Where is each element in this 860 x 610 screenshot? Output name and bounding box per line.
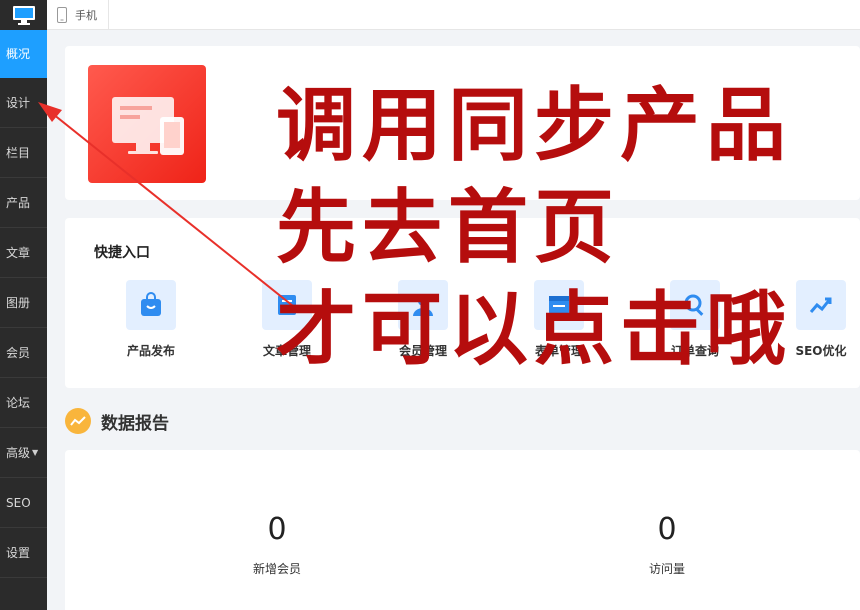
- document-icon: [262, 280, 312, 330]
- sidebar-item-albums[interactable]: 图册: [0, 278, 47, 328]
- quick-item-member-manage[interactable]: 会员管理: [373, 280, 473, 359]
- sidebar-item-columns[interactable]: 栏目: [0, 128, 47, 178]
- sidebar-item-label: 会员: [6, 346, 31, 360]
- quick-item-product-publish[interactable]: 产品发布: [101, 280, 201, 359]
- sidebar-item-label: 论坛: [6, 396, 31, 410]
- sidebar-item-seo[interactable]: SEO: [0, 478, 47, 528]
- sidebar-item-label: 栏目: [6, 146, 31, 160]
- quick-entry-card: 快捷入口 产品发布 文章管理 会员管理 表单管理 订单查询 SEO优化: [65, 218, 860, 388]
- sidebar-item-label: 概况: [6, 47, 31, 61]
- quick-entry-title: 快捷入口: [94, 245, 150, 261]
- mobile-phone-icon: [57, 7, 67, 23]
- sidebar-item-overview[interactable]: 概况: [0, 30, 47, 78]
- caret-down-icon: ▼: [32, 448, 39, 457]
- shopping-bag-icon: [126, 280, 176, 330]
- hero-card: [65, 46, 860, 200]
- quick-item-label: 产品发布: [126, 344, 175, 358]
- quick-item-article-manage[interactable]: 文章管理: [237, 280, 337, 359]
- quick-item-form-manage[interactable]: 表单管理: [509, 280, 609, 359]
- report-title: 数据报告: [101, 413, 169, 434]
- sidebar-item-products[interactable]: 产品: [0, 178, 47, 228]
- sidebar-item-settings[interactable]: 设置: [0, 528, 47, 578]
- sidebar-item-label: 文章: [6, 246, 31, 260]
- sidebar-item-label: 图册: [6, 296, 31, 310]
- trend-chart-icon: [796, 280, 846, 330]
- sidebar-item-label: 设置: [6, 546, 31, 560]
- sidebar-item-label: 高级: [6, 446, 31, 460]
- sidebar: 概况 设计 栏目 产品 文章 图册 会员 论坛 高级 ▼ SEO 设置: [0, 0, 47, 610]
- sidebar-item-forum[interactable]: 论坛: [0, 378, 47, 428]
- sidebar-item-design[interactable]: 设计: [0, 78, 47, 128]
- sidebar-item-articles[interactable]: 文章: [0, 228, 47, 278]
- stat-visits: 0 访问量: [607, 512, 727, 577]
- tab-phone[interactable]: 手机: [47, 0, 109, 30]
- user-icon: [398, 280, 448, 330]
- sidebar-item-label: 设计: [6, 96, 31, 110]
- search-icon: [670, 280, 720, 330]
- quick-item-label: 会员管理: [398, 344, 447, 358]
- stat-label: 新增会员: [252, 562, 301, 576]
- top-bar: 手机: [47, 0, 860, 30]
- report-heading: 数据报告: [65, 406, 169, 436]
- hero-devices-icon: [88, 65, 206, 183]
- sidebar-item-label: SEO: [6, 495, 31, 510]
- tab-label: 手机: [75, 9, 97, 22]
- stat-new-members: 0 新增会员: [217, 512, 337, 577]
- stat-label: 访问量: [648, 562, 685, 576]
- quick-item-label: SEO优化: [795, 344, 847, 358]
- sidebar-item-advanced[interactable]: 高级 ▼: [0, 428, 47, 478]
- stat-value: 0: [267, 512, 287, 547]
- quick-item-label: 表单管理: [534, 344, 583, 358]
- form-icon: [534, 280, 584, 330]
- stats-card: 0 新增会员 0 访问量: [65, 450, 860, 610]
- monitor-icon[interactable]: [0, 0, 47, 30]
- sidebar-item-members[interactable]: 会员: [0, 328, 47, 378]
- sidebar-item-label: 产品: [6, 196, 31, 210]
- quick-item-label: 文章管理: [262, 344, 311, 358]
- quick-item-seo-optimize[interactable]: SEO优化: [781, 280, 860, 359]
- quick-item-label: 订单查询: [670, 344, 719, 358]
- stat-value: 0: [657, 512, 677, 547]
- quick-item-order-query[interactable]: 订单查询: [645, 280, 745, 359]
- chart-line-icon: [65, 408, 91, 434]
